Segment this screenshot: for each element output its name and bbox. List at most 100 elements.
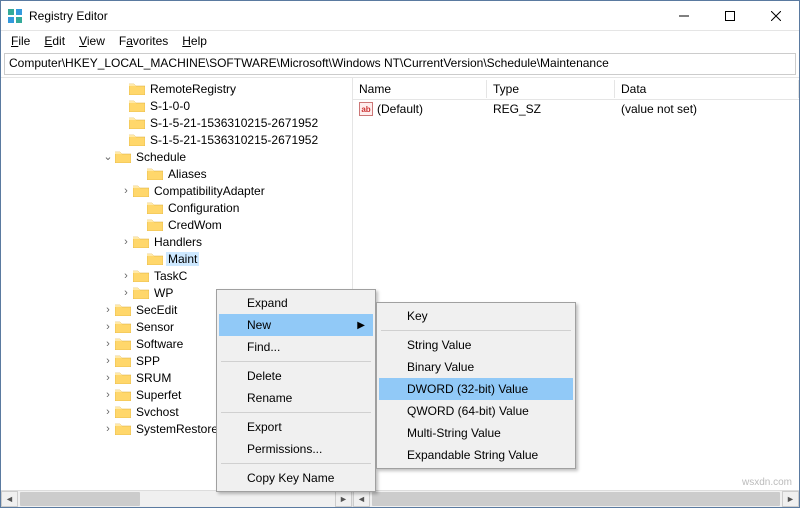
tree-item[interactable]: RemoteRegistry [1, 80, 352, 97]
ctx-rename[interactable]: Rename [219, 387, 373, 409]
tree-item-label: Svchost [134, 405, 181, 419]
folder-icon [129, 116, 145, 129]
folder-icon [133, 286, 149, 299]
tree-item[interactable]: Aliases [1, 165, 352, 182]
folder-icon [129, 133, 145, 146]
scroll-track[interactable] [18, 491, 335, 507]
folder-icon [115, 371, 131, 384]
tree-item[interactable]: S-1-5-21-1536310215-2671952 [1, 131, 352, 148]
folder-icon [115, 405, 131, 418]
tree-item[interactable]: Maint [1, 250, 352, 267]
address-bar[interactable]: Computer\HKEY_LOCAL_MACHINE\SOFTWARE\Mic… [4, 53, 796, 75]
window-title: Registry Editor [29, 9, 661, 23]
folder-icon [147, 218, 163, 231]
menu-favorites[interactable]: Favorites [113, 33, 174, 49]
expand-toggle-icon[interactable]: › [101, 389, 115, 401]
scroll-right-arrow[interactable]: ► [782, 491, 799, 507]
menubar: File Edit View Favorites Help [1, 31, 799, 51]
expand-toggle-icon[interactable]: › [101, 338, 115, 350]
values-scrollbar-horizontal[interactable]: ◄ ► [353, 490, 799, 507]
expand-toggle-icon[interactable]: ⌄ [101, 150, 115, 163]
folder-icon [147, 167, 163, 180]
tree-item-label: CompatibilityAdapter [152, 184, 267, 198]
minimize-button[interactable] [661, 1, 707, 30]
ctx-new-label: New [247, 318, 271, 332]
expand-toggle-icon[interactable]: › [119, 270, 133, 282]
ctx-find[interactable]: Find... [219, 336, 373, 358]
sub-qword-value[interactable]: QWORD (64-bit) Value [379, 400, 573, 422]
ctx-new[interactable]: New▶ [219, 314, 373, 336]
tree-item-label: Schedule [134, 150, 188, 164]
sub-dword-value[interactable]: DWORD (32-bit) Value [379, 378, 573, 400]
tree-item[interactable]: › Handlers [1, 233, 352, 250]
tree-item[interactable]: S-1-0-0 [1, 97, 352, 114]
folder-icon [115, 422, 131, 435]
tree-item-label: Maint [166, 252, 199, 266]
expand-toggle-icon[interactable]: › [119, 185, 133, 197]
values-header: Name Type Data [353, 78, 799, 100]
ctx-delete[interactable]: Delete [219, 365, 373, 387]
scroll-right-arrow[interactable]: ► [335, 491, 352, 507]
expand-toggle-icon[interactable]: › [119, 236, 133, 248]
separator [221, 361, 371, 362]
tree-item-label: Aliases [166, 167, 209, 181]
expand-toggle-icon[interactable]: › [101, 423, 115, 435]
watermark: wsxdn.com [742, 477, 792, 488]
tree-item-label: SRUM [134, 371, 173, 385]
scroll-track[interactable] [370, 491, 782, 507]
value-name: (Default) [377, 102, 423, 116]
scroll-thumb[interactable] [20, 492, 140, 506]
separator [381, 330, 571, 331]
col-name[interactable]: Name [353, 80, 487, 98]
col-data[interactable]: Data [615, 80, 799, 98]
folder-icon [115, 320, 131, 333]
tree-item-label: CredWom [166, 218, 224, 232]
expand-toggle-icon[interactable]: › [119, 287, 133, 299]
tree-item[interactable]: CredWom [1, 216, 352, 233]
expand-toggle-icon[interactable]: › [101, 355, 115, 367]
tree-item-label: Superfet [134, 388, 183, 402]
maximize-button[interactable] [707, 1, 753, 30]
expand-toggle-icon[interactable]: › [101, 304, 115, 316]
tree-item-label: SPP [134, 354, 162, 368]
expand-toggle-icon[interactable]: › [101, 372, 115, 384]
value-data: (value not set) [615, 101, 799, 117]
folder-icon [147, 201, 163, 214]
separator [221, 412, 371, 413]
context-menu: Expand New▶ Find... Delete Rename Export… [216, 289, 376, 492]
string-value-icon: ab [359, 102, 373, 116]
ctx-copy-key-name[interactable]: Copy Key Name [219, 467, 373, 489]
col-type[interactable]: Type [487, 80, 615, 98]
separator [221, 463, 371, 464]
tree-item[interactable]: S-1-5-21-1536310215-2671952 [1, 114, 352, 131]
expand-toggle-icon[interactable]: › [101, 321, 115, 333]
close-button[interactable] [753, 1, 799, 30]
expand-toggle-icon[interactable]: › [101, 406, 115, 418]
sub-expandable-string-value[interactable]: Expandable String Value [379, 444, 573, 466]
sub-multi-string-value[interactable]: Multi-String Value [379, 422, 573, 444]
folder-icon [115, 388, 131, 401]
value-row[interactable]: ab (Default) REG_SZ (value not set) [353, 100, 799, 118]
sub-key[interactable]: Key [379, 305, 573, 327]
scroll-thumb[interactable] [372, 492, 780, 506]
folder-icon [133, 235, 149, 248]
menu-file[interactable]: File [5, 33, 36, 49]
ctx-expand[interactable]: Expand [219, 292, 373, 314]
ctx-export[interactable]: Export [219, 416, 373, 438]
tree-item-label: RemoteRegistry [148, 82, 238, 96]
scroll-left-arrow[interactable]: ◄ [353, 491, 370, 507]
sub-string-value[interactable]: String Value [379, 334, 573, 356]
tree-item-label: TaskC [152, 269, 189, 283]
tree-item[interactable]: › CompatibilityAdapter [1, 182, 352, 199]
tree-item[interactable]: ⌄ Schedule [1, 148, 352, 165]
tree-item[interactable]: Configuration [1, 199, 352, 216]
sub-binary-value[interactable]: Binary Value [379, 356, 573, 378]
tree-item[interactable]: › TaskC [1, 267, 352, 284]
ctx-permissions[interactable]: Permissions... [219, 438, 373, 460]
tree-scrollbar-horizontal[interactable]: ◄ ► [1, 490, 352, 507]
tree-item-label: Handlers [152, 235, 204, 249]
menu-view[interactable]: View [73, 33, 111, 49]
menu-edit[interactable]: Edit [38, 33, 71, 49]
scroll-left-arrow[interactable]: ◄ [1, 491, 18, 507]
menu-help[interactable]: Help [176, 33, 213, 49]
